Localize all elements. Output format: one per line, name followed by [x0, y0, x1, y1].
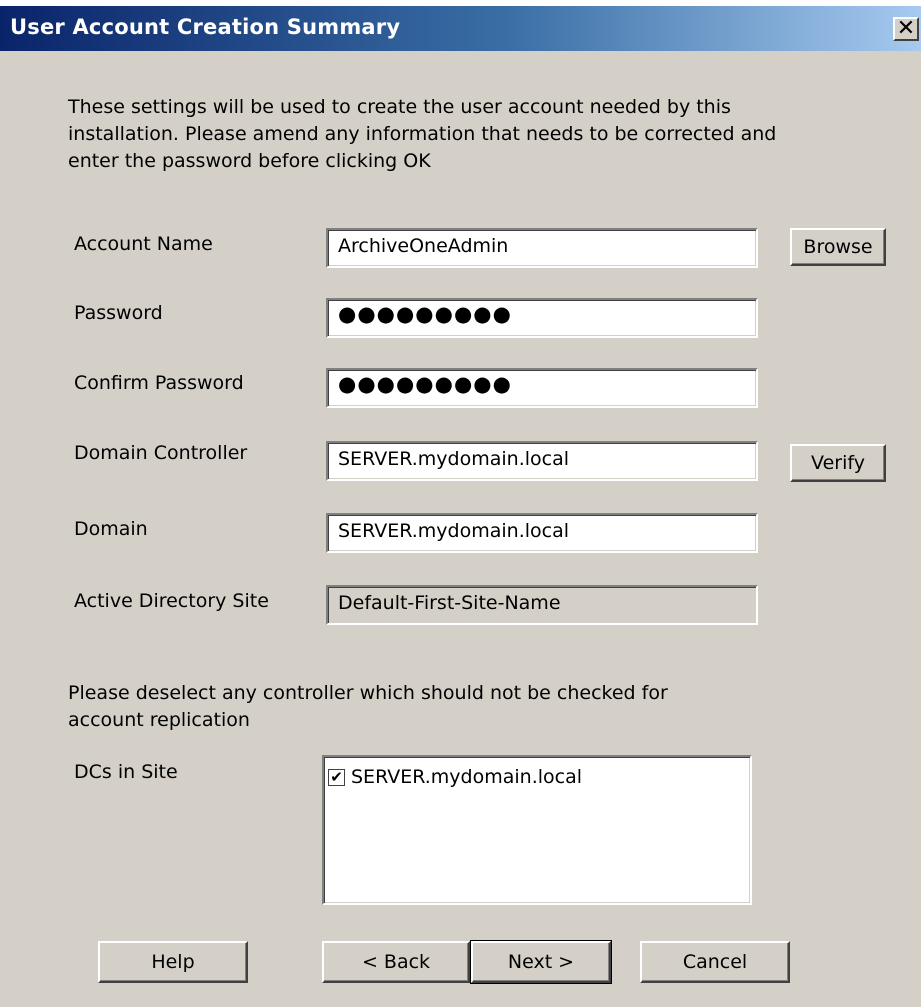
ad-site-label: Active Directory Site: [74, 590, 269, 612]
domain-controller-input[interactable]: SERVER.mydomain.local: [326, 441, 758, 481]
back-button[interactable]: < Back: [322, 941, 470, 983]
account-name-label: Account Name: [74, 233, 213, 255]
dc-item-label: SERVER.mydomain.local: [351, 766, 583, 788]
close-icon: ✕: [896, 16, 916, 41]
dialog-title: User Account Creation Summary: [10, 15, 401, 39]
dc-checkbox[interactable]: ✔: [328, 767, 345, 786]
password-label: Password: [74, 302, 163, 324]
list-item[interactable]: ✔ SERVER.mydomain.local: [328, 765, 582, 789]
checkmark-icon: ✔: [330, 767, 343, 786]
close-button[interactable]: ✕: [893, 17, 919, 41]
verify-button[interactable]: Verify: [790, 444, 886, 482]
ad-site-input: Default-First-Site-Name: [326, 585, 758, 625]
intro-text: These settings will be used to create th…: [68, 96, 777, 172]
domain-label: Domain: [74, 518, 148, 540]
domain-input[interactable]: SERVER.mydomain.local: [326, 513, 758, 553]
replication-text: Please deselect any controller which sho…: [68, 682, 668, 731]
account-name-input[interactable]: ArchiveOneAdmin: [326, 228, 758, 268]
browse-button[interactable]: Browse: [790, 228, 886, 266]
domain-controller-label: Domain Controller: [74, 442, 248, 464]
dcs-in-site-label: DCs in Site: [74, 761, 178, 783]
dcs-in-site-listbox[interactable]: ✔ SERVER.mydomain.local: [322, 755, 752, 905]
help-button[interactable]: Help: [98, 941, 248, 983]
password-input[interactable]: ●●●●●●●●●: [326, 298, 758, 338]
confirm-password-input[interactable]: ●●●●●●●●●: [326, 368, 758, 408]
next-button[interactable]: Next >: [470, 940, 612, 984]
confirm-password-label: Confirm Password: [74, 372, 244, 394]
cancel-button[interactable]: Cancel: [640, 941, 790, 983]
title-bar[interactable]: User Account Creation Summary ✕: [0, 6, 921, 51]
